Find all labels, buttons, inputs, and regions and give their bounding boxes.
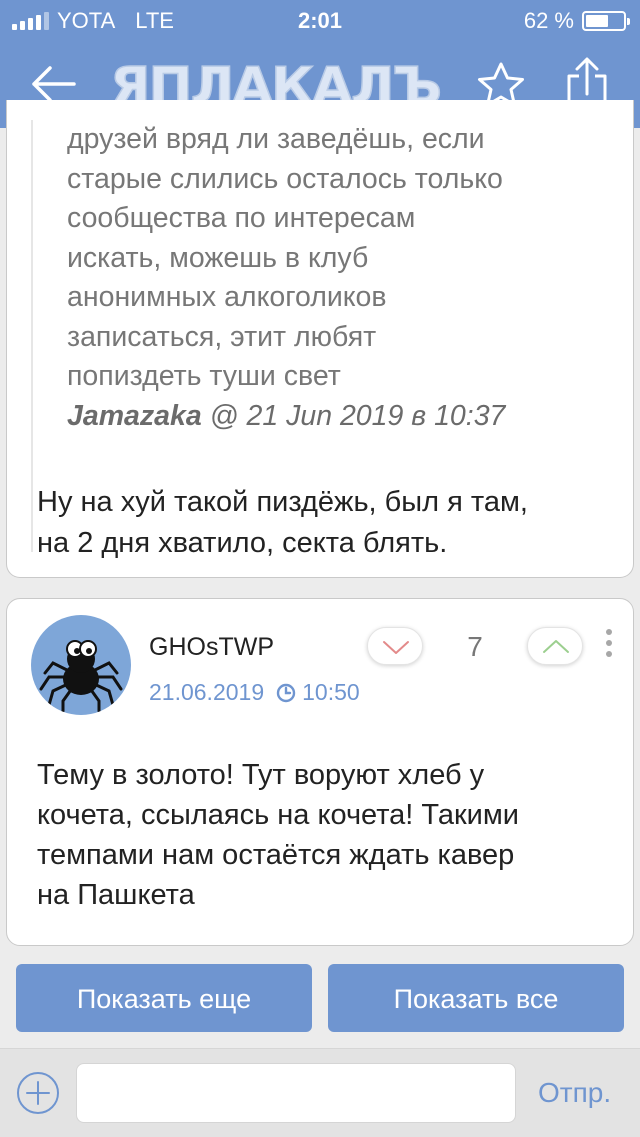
quote-meta: @ 21 Jun 2019 в 10:37 — [201, 399, 506, 432]
dot-icon — [606, 651, 612, 657]
username[interactable]: GHOsTWP — [149, 633, 274, 662]
comment-line: на 2 дня хватило, секта блять. — [37, 527, 448, 559]
chevron-up-icon — [543, 640, 569, 653]
comment-line: Ну на хуй такой пиздёжь, был я там, — [37, 486, 528, 518]
battery-percent: 62 % — [523, 8, 574, 33]
send-button[interactable]: Отпр. — [538, 1077, 611, 1109]
plus-circle-icon — [17, 1072, 59, 1114]
vote-up-button[interactable] — [527, 627, 583, 665]
attach-button[interactable] — [16, 1071, 60, 1115]
comment-line: темпами нам остаётся ждать кавер — [37, 839, 515, 871]
quote-attribution: Jamazaka @ 21 Jun 2019 в 10:37 — [67, 397, 601, 437]
comment-text: Тему в золото! Тут воруют хлеб у кочета,… — [37, 755, 617, 915]
quote-line: записаться, этит любят — [67, 320, 377, 353]
quote-line: сообщества по интересам — [67, 202, 416, 234]
message-input[interactable] — [76, 1063, 516, 1123]
quote-line: старые слились осталось только — [67, 162, 503, 195]
post-date: 21.06.2019 — [149, 679, 265, 705]
post-time: 10:50 — [302, 679, 360, 705]
more-options-button[interactable] — [603, 629, 615, 665]
avatar[interactable] — [31, 615, 131, 715]
quote-author-link[interactable]: Jamazaka — [67, 400, 202, 432]
rating-count: 7 — [467, 631, 483, 662]
comment-card: GHOsTWP 21.06.2019 10:50 7 Тему в золото… — [6, 598, 634, 946]
quote-line: попиздеть туши свет — [67, 360, 341, 392]
comment-line: кочета, ссылаясь на кочета! Такими — [37, 799, 519, 831]
spider-avatar-icon — [39, 640, 123, 713]
comment-line: Тему в золото! Тут воруют хлеб у — [37, 759, 485, 791]
comment-line: на Пашкета — [37, 879, 195, 911]
quote-line: искать, можешь в клуб — [67, 241, 369, 274]
dot-icon — [606, 640, 612, 646]
quote-line: друзей вряд ли заведёшь, если — [67, 123, 485, 155]
post-timestamp: 21.06.2019 10:50 — [149, 679, 360, 706]
show-more-button[interactable]: Показать еще — [16, 964, 312, 1032]
show-all-button[interactable]: Показать все — [328, 964, 624, 1032]
vote-down-button[interactable] — [367, 627, 423, 665]
dot-icon — [606, 629, 612, 635]
comment-card: друзей вряд ли заведёшь, если старые сли… — [6, 100, 634, 578]
chevron-down-icon — [383, 641, 409, 654]
compose-bar: Отпр. — [0, 1048, 640, 1137]
comment-text: Ну на хуй такой пиздёжь, был я там, на 2… — [37, 482, 617, 564]
quote-line: анонимных алкоголиков — [67, 281, 387, 313]
status-bar: YOTA LTE 2:01 62 % — [0, 0, 640, 40]
clock-icon — [276, 683, 296, 702]
battery-icon — [582, 11, 630, 31]
